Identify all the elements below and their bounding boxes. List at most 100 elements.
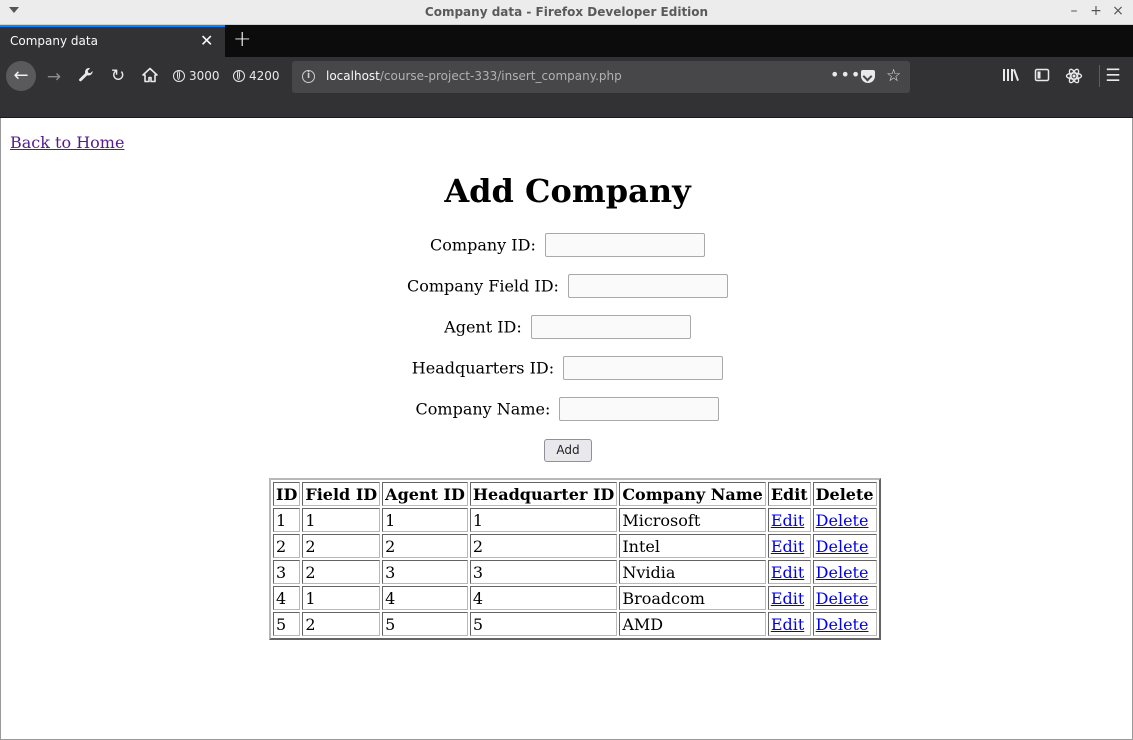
cell-hq-id: 5 (469, 612, 618, 636)
column-header-headquarter-id: Headquarter ID (469, 482, 618, 506)
bookmark-3000[interactable]: 3000 (173, 68, 220, 84)
cell-company-name: Broadcom (619, 586, 766, 610)
delete-link[interactable]: Delete (816, 563, 869, 582)
minimize-icon[interactable]: – (1066, 3, 1082, 19)
library-icon[interactable] (1000, 67, 1022, 88)
hamburger-menu-icon[interactable]: ☰ (1103, 66, 1123, 86)
tab-title: Company data (10, 34, 98, 48)
new-tab-icon[interactable]: + (233, 27, 251, 53)
cell-edit: Edit (767, 534, 811, 558)
company-name-label: Company Name: (415, 399, 551, 419)
edit-link[interactable]: Edit (771, 537, 804, 556)
column-header-delete: Delete (812, 482, 877, 506)
cell-company-name: AMD (619, 612, 766, 636)
cell-hq-id: 1 (469, 508, 618, 532)
url-host: localhost (326, 69, 380, 83)
wrench-glyph (79, 68, 93, 82)
page-content: Back to Home Add Company Company ID: Com… (0, 118, 1133, 740)
page-actions-icon[interactable]: ••• (830, 65, 861, 84)
add-button[interactable]: Add (544, 439, 592, 462)
url-path: /course-project-333/insert_company.php (379, 69, 622, 83)
column-header-company-name: Company Name (619, 482, 766, 506)
tab-strip: Company data ✕ + (0, 25, 1133, 57)
tab-company-data[interactable]: Company data ✕ (0, 25, 225, 57)
pocket-icon[interactable] (861, 70, 875, 83)
cell-edit: Edit (767, 508, 811, 532)
edit-link[interactable]: Edit (771, 589, 804, 608)
cell-agent-id: 5 (382, 612, 468, 636)
cell-agent-id: 2 (382, 534, 468, 558)
cell-agent-id: 3 (382, 560, 468, 584)
column-header-field-id: Field ID (302, 482, 381, 506)
cell-id: 5 (273, 612, 301, 636)
agent-id-row: Agent ID: (1, 315, 1133, 340)
back-to-home-link[interactable]: Back to Home (10, 133, 124, 152)
delete-link[interactable]: Delete (816, 589, 869, 608)
close-window-icon[interactable]: × (1110, 3, 1126, 19)
company-field-id-row: Company Field ID: (1, 274, 1133, 299)
cell-hq-id: 3 (469, 560, 618, 584)
cell-id: 2 (273, 534, 301, 558)
cell-delete: Delete (812, 560, 877, 584)
cell-id: 3 (273, 560, 301, 584)
window-title: Company data - Firefox Developer Edition (424, 5, 709, 19)
company-field-id-input[interactable] (568, 274, 729, 298)
react-devtools-icon[interactable] (1064, 67, 1084, 90)
headquarters-id-input[interactable] (563, 356, 724, 380)
cell-agent-id: 1 (382, 508, 468, 532)
company-name-row: Company Name: (1, 397, 1133, 422)
cell-delete: Delete (812, 612, 877, 636)
bookmark-4200[interactable]: 4200 (233, 68, 280, 84)
back-arrow-icon[interactable]: ← (6, 61, 36, 91)
forward-arrow-icon[interactable]: → (44, 67, 64, 87)
cell-edit: Edit (767, 586, 811, 610)
cell-id: 1 (273, 508, 301, 532)
home-glyph (142, 67, 158, 83)
agent-id-label: Agent ID: (444, 317, 522, 337)
close-tab-icon[interactable]: ✕ (200, 31, 213, 50)
library-glyph (1003, 69, 1019, 81)
globe-icon (233, 70, 245, 82)
window-titlebar: Company data - Firefox Developer Edition… (0, 0, 1133, 25)
headquarters-id-label: Headquarters ID: (411, 358, 555, 378)
column-header-edit: Edit (767, 482, 811, 506)
cell-delete: Delete (812, 508, 877, 532)
cell-company-name: Nvidia (619, 560, 766, 584)
cell-company-name: Intel (619, 534, 766, 558)
cell-field-id: 2 (302, 560, 381, 584)
edit-link[interactable]: Edit (771, 511, 804, 530)
url-text[interactable]: localhost/course-project-333/insert_comp… (326, 69, 622, 83)
company-name-input[interactable] (559, 397, 720, 421)
url-bar[interactable]: i localhost/course-project-333/insert_co… (292, 61, 910, 93)
nav-toolbar: ← → ↻ 3000 4200 i localhost/course-proje… (0, 57, 1133, 118)
delete-link[interactable]: Delete (816, 537, 869, 556)
table-header-row: ID Field ID Agent ID Headquarter ID Comp… (273, 482, 877, 506)
cell-field-id: 2 (302, 612, 381, 636)
company-id-label: Company ID: (430, 235, 536, 255)
company-id-input[interactable] (544, 233, 705, 257)
cell-field-id: 1 (302, 586, 381, 610)
table-row: 3 2 3 3 Nvidia Edit Delete (273, 560, 877, 584)
reload-icon[interactable]: ↻ (108, 66, 128, 86)
cell-hq-id: 4 (469, 586, 618, 610)
column-header-id: ID (273, 482, 301, 506)
home-icon[interactable] (140, 67, 160, 88)
bookmark-star-icon[interactable]: ☆ (886, 66, 901, 86)
globe-icon (173, 70, 185, 82)
agent-id-input[interactable] (530, 315, 691, 339)
edit-link[interactable]: Edit (771, 563, 804, 582)
cell-hq-id: 2 (469, 534, 618, 558)
wrench-icon[interactable] (76, 67, 96, 88)
cell-delete: Delete (812, 586, 877, 610)
cell-company-name: Microsoft (619, 508, 766, 532)
page-title: Add Company (444, 172, 691, 210)
site-info-icon[interactable]: i (302, 70, 315, 83)
edit-link[interactable]: Edit (771, 615, 804, 634)
cell-id: 4 (273, 586, 301, 610)
delete-link[interactable]: Delete (816, 511, 869, 530)
maximize-icon[interactable]: + (1088, 3, 1104, 19)
delete-link[interactable]: Delete (816, 615, 869, 634)
company-field-id-label: Company Field ID: (406, 276, 559, 296)
sidebar-icon[interactable] (1032, 67, 1052, 88)
sidebar-glyph (1034, 68, 1050, 82)
